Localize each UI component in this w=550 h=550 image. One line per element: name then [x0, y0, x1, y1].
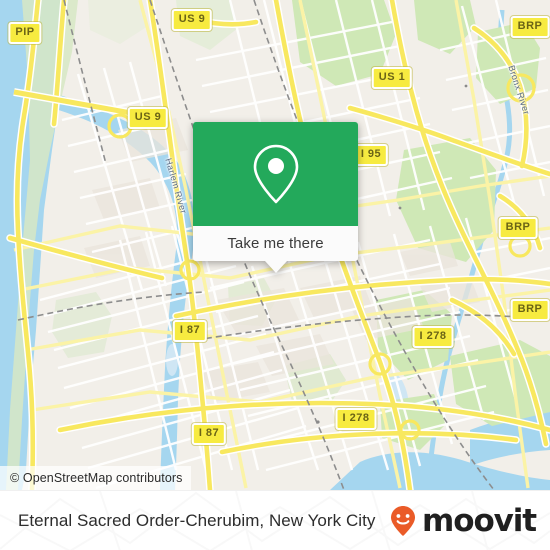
take-me-there-label: Take me there	[227, 235, 324, 252]
road-shield: US 9	[127, 107, 169, 129]
moovit-wordmark: moovit	[422, 502, 537, 539]
road-shield: I 278	[412, 326, 454, 348]
moovit-brand-logo[interactable]: moovit	[386, 502, 537, 539]
place-title: Eternal Sacred Order-Cherubim, New York …	[18, 511, 376, 530]
map-pin-icon	[253, 144, 298, 204]
footer-bar: Eternal Sacred Order-Cherubim, New York …	[0, 490, 550, 550]
popup-header	[193, 122, 358, 226]
road-shield: US 9	[171, 9, 213, 31]
location-popup-card[interactable]: Take me there	[193, 122, 358, 273]
road-shield: I 278	[335, 408, 377, 430]
road-shield: I 95	[353, 144, 389, 166]
road-shield: I 87	[191, 423, 227, 445]
popup-action-bar[interactable]: Take me there	[193, 226, 358, 261]
map-attribution[interactable]: © OpenStreetMap contributors	[0, 466, 191, 490]
map-canvas[interactable]: PIP US 9 US 9 US 1 BRP I 95 BRP BRP I 87 I 87 I 27…	[0, 0, 550, 490]
moovit-map-screenshot: PIP US 9 US 9 US 1 BRP I 95 BRP BRP I 87 I 87 I 27…	[0, 0, 550, 550]
moovit-smiley-pin-icon	[391, 506, 416, 536]
road-shield: I 87	[172, 320, 208, 342]
road-shield: US 1	[371, 67, 413, 89]
road-shield: BRP	[510, 299, 550, 321]
footer-content: Eternal Sacred Order-Cherubim, New York …	[0, 491, 550, 550]
road-shield: BRP	[498, 217, 538, 239]
road-shield: PIP	[8, 22, 42, 44]
attribution-text: © OpenStreetMap contributors	[10, 471, 183, 485]
popup-tail-pointer	[264, 261, 287, 273]
road-shield: BRP	[510, 16, 550, 38]
